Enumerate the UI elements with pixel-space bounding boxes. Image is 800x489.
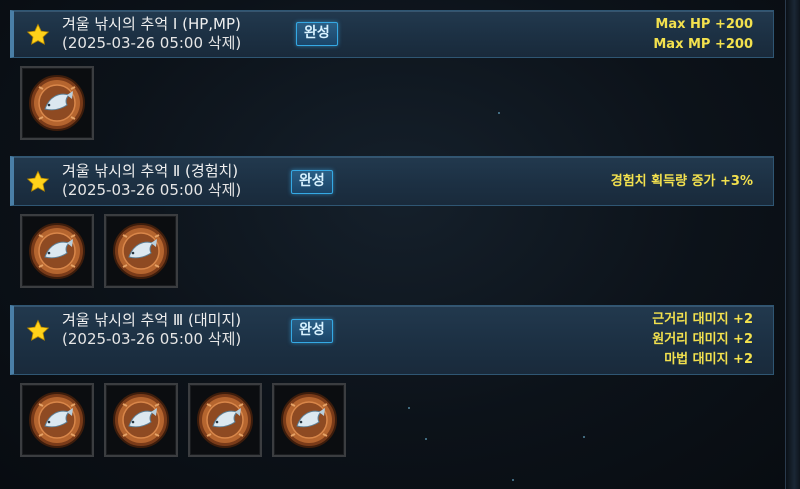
bonus-line: 근거리 대미지 +2: [652, 312, 753, 327]
set-header[interactable]: 겨울 낚시의 추억 Ⅱ (경험치) (2025-03-26 05:00 삭제) …: [10, 156, 774, 206]
background-sparkle: [512, 479, 514, 481]
complete-badge: 완성: [291, 170, 333, 194]
set-bonuses: Max HP +200 Max MP +200: [653, 15, 753, 55]
set-title: 겨울 낚시의 추억 Ⅰ (HP,MP): [62, 15, 241, 33]
fish-medal-icon: [113, 223, 169, 279]
item-slot[interactable]: [20, 214, 94, 288]
fish-medal-icon: [29, 392, 85, 448]
background-sparkle: [583, 436, 585, 438]
scrollbar-track[interactable]: [785, 0, 800, 489]
background-sparkle: [425, 438, 427, 440]
set-header[interactable]: 겨울 낚시의 추억 Ⅲ (대미지) (2025-03-26 05:00 삭제) …: [10, 305, 774, 375]
set-bonuses: 근거리 대미지 +2 원거리 대미지 +2 마법 대미지 +2: [652, 310, 753, 370]
set-title: 겨울 낚시의 추억 Ⅱ (경험치): [62, 162, 239, 180]
item-slot[interactable]: [104, 214, 178, 288]
bonus-line: Max HP +200: [655, 17, 753, 32]
star-icon: [26, 319, 50, 341]
set-bonuses: 경험치 획득량 증가 +3%: [611, 172, 753, 192]
star-icon: [26, 23, 50, 45]
fish-medal-icon: [197, 392, 253, 448]
set-title-block: 겨울 낚시의 추억 Ⅱ (경험치) (2025-03-26 05:00 삭제): [62, 162, 241, 200]
background-sparkle: [498, 112, 500, 114]
fish-medal-icon: [29, 223, 85, 279]
bonus-line: 마법 대미지 +2: [664, 352, 753, 367]
set-expiry-date: (2025-03-26 05:00 삭제): [62, 181, 242, 199]
star-icon: [26, 170, 50, 192]
fish-medal-icon: [281, 392, 337, 448]
bonus-line: 원거리 대미지 +2: [652, 332, 753, 347]
item-slot[interactable]: [20, 383, 94, 457]
bonus-line: Max MP +200: [653, 37, 753, 52]
complete-badge: 완성: [291, 319, 333, 343]
item-slot[interactable]: [104, 383, 178, 457]
collection-set: 겨울 낚시의 추억 Ⅲ (대미지) (2025-03-26 05:00 삭제) …: [10, 305, 774, 457]
set-expiry-date: (2025-03-26 05:00 삭제): [62, 34, 242, 52]
collection-set: 겨울 낚시의 추억 Ⅱ (경험치) (2025-03-26 05:00 삭제) …: [10, 156, 774, 288]
set-title-block: 겨울 낚시의 추억 Ⅲ (대미지) (2025-03-26 05:00 삭제): [62, 311, 241, 349]
fish-medal-icon: [29, 75, 85, 131]
item-slot[interactable]: [188, 383, 262, 457]
set-title: 겨울 낚시의 추억 Ⅲ (대미지): [62, 311, 242, 329]
complete-badge: 완성: [296, 22, 338, 46]
item-slot[interactable]: [272, 383, 346, 457]
background-sparkle: [408, 407, 410, 409]
bonus-line: 경험치 획득량 증가 +3%: [610, 174, 753, 189]
set-title-block: 겨울 낚시의 추억 Ⅰ (HP,MP) (2025-03-26 05:00 삭제…: [62, 15, 241, 53]
item-slot[interactable]: [20, 66, 94, 140]
collection-set: 겨울 낚시의 추억 Ⅰ (HP,MP) (2025-03-26 05:00 삭제…: [10, 10, 774, 140]
fish-medal-icon: [113, 392, 169, 448]
set-expiry-date: (2025-03-26 05:00 삭제): [62, 330, 242, 348]
set-header[interactable]: 겨울 낚시의 추억 Ⅰ (HP,MP) (2025-03-26 05:00 삭제…: [10, 10, 774, 58]
